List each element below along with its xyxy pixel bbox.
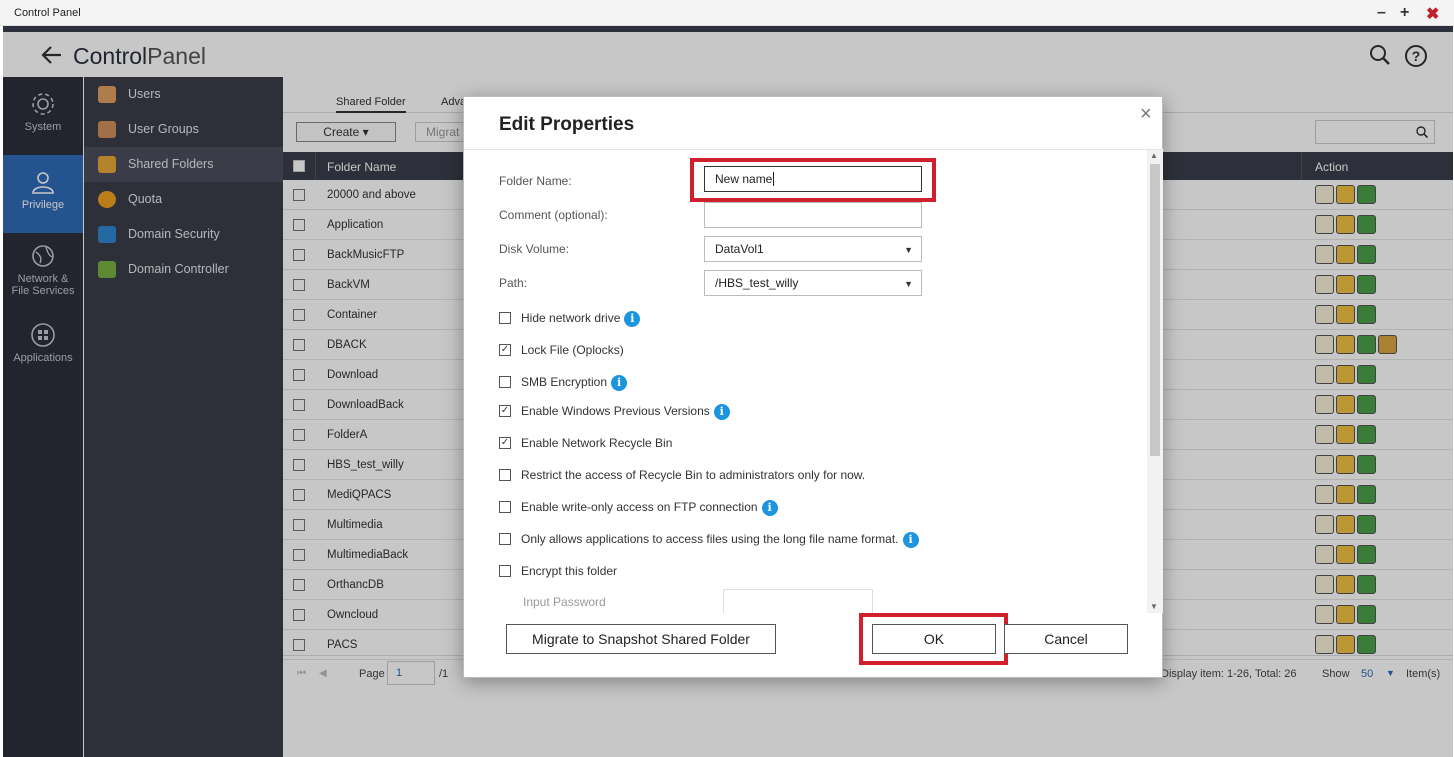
cancel-button[interactable]: Cancel [1004, 624, 1128, 654]
option-label: Only allows applications to access files… [521, 532, 919, 548]
chevron-down-icon: ▼ [904, 279, 913, 289]
option-checkbox[interactable]: ✓ [499, 405, 511, 417]
option-label: Lock File (Oplocks) [521, 343, 624, 357]
scrollbar-thumb[interactable] [1150, 164, 1160, 456]
maximize-icon[interactable]: + [1400, 4, 1409, 22]
option-checkbox[interactable] [499, 376, 511, 388]
option-checkbox[interactable] [499, 501, 511, 513]
disk-volume-label: Disk Volume: [499, 242, 570, 256]
edit-properties-dialog: Edit Properties × Folder Name: New name … [463, 96, 1164, 678]
chevron-down-icon: ▼ [904, 245, 913, 255]
option-label: Encrypt this folder [521, 564, 618, 578]
scroll-down-icon[interactable]: ▼ [1150, 602, 1158, 611]
input-password-label: Input Password [523, 595, 606, 609]
option-label: Restrict the access of Recycle Bin to ad… [521, 468, 866, 482]
option-label: SMB Encryption i [521, 375, 628, 391]
scroll-up-icon[interactable]: ▲ [1150, 151, 1158, 160]
option-checkbox[interactable] [499, 533, 511, 545]
dialog-title: Edit Properties [499, 114, 635, 135]
option-checkbox[interactable]: ✓ [499, 344, 511, 356]
info-icon[interactable]: i [761, 500, 778, 516]
dialog-scrollbar[interactable]: ▲ ▼ [1147, 150, 1163, 613]
info-icon[interactable]: i [611, 375, 628, 391]
option-label: Hide network drive i [521, 311, 641, 327]
option-label: Enable Network Recycle Bin [521, 436, 673, 450]
migrate-snapshot-button[interactable]: Migrate to Snapshot Shared Folder [506, 624, 776, 654]
option-checkbox[interactable]: ✓ [499, 437, 511, 449]
folder-name-input[interactable]: New name [704, 166, 922, 192]
folder-name-label: Folder Name: [499, 174, 572, 188]
ok-button[interactable]: OK [872, 624, 996, 654]
close-window-icon[interactable]: ✖ [1426, 4, 1439, 24]
option-label: Enable Windows Previous Versions i [521, 404, 730, 420]
option-label: Enable write-only access on FTP connecti… [521, 500, 778, 516]
disk-volume-select[interactable]: DataVol1 ▼ [704, 236, 922, 262]
close-icon[interactable]: × [1140, 103, 1152, 126]
window-title: Control Panel [14, 7, 81, 19]
path-label: Path: [499, 276, 528, 290]
dialog-scroll-area: Folder Name: New name Comment (optional)… [464, 149, 1164, 613]
minimize-icon[interactable]: – [1377, 4, 1386, 22]
option-checkbox[interactable] [499, 565, 511, 577]
option-checkbox[interactable] [499, 469, 511, 481]
info-icon[interactable]: i [713, 404, 730, 420]
comment-label: Comment (optional): [499, 208, 608, 222]
window-titlebar: Control Panel – + ✖ [0, 0, 1454, 26]
info-icon[interactable]: i [624, 311, 641, 327]
option-checkbox[interactable] [499, 312, 511, 324]
password-input[interactable] [723, 589, 873, 613]
info-icon[interactable]: i [902, 532, 919, 548]
comment-input[interactable] [704, 202, 922, 228]
path-select[interactable]: /HBS_test_willy ▼ [704, 270, 922, 296]
